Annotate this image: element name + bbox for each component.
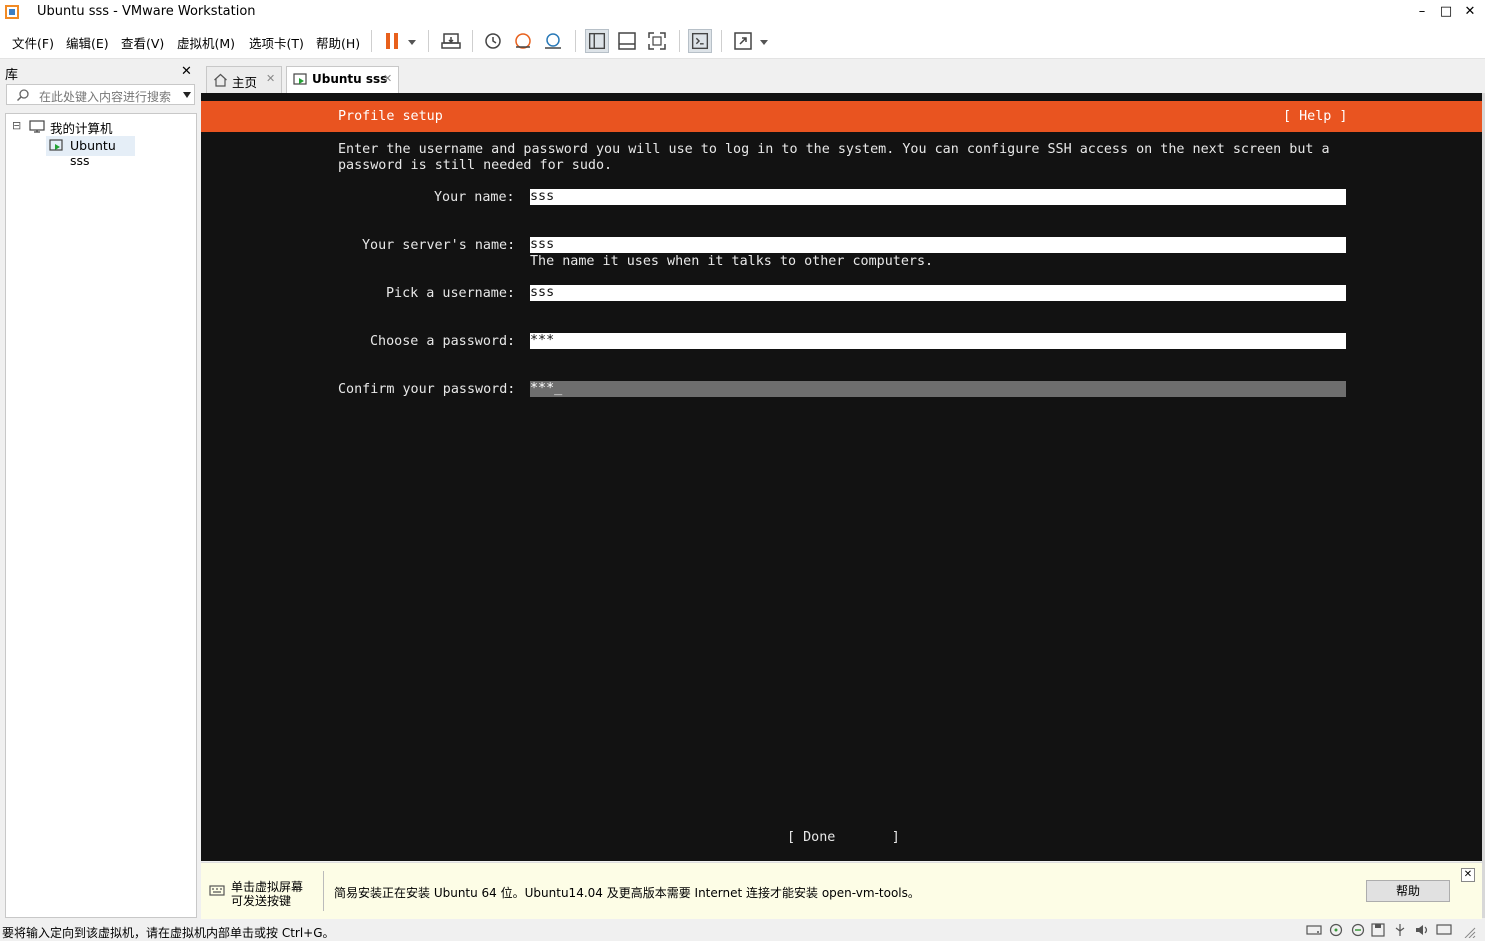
installer-help-button[interactable]: [ Help ] bbox=[1283, 109, 1348, 125]
floppy-icon[interactable] bbox=[1370, 923, 1386, 937]
close-window-button[interactable]: ✕ bbox=[1461, 3, 1479, 21]
usb-icon[interactable] bbox=[1392, 923, 1408, 937]
show-thumbnail-bar-icon[interactable] bbox=[615, 29, 639, 53]
password-label: Choose a password: bbox=[370, 334, 516, 349]
info-bar: 单击虚拟屏幕 可发送按键 简易安装正在安装 Ubuntu 64 位。Ubuntu… bbox=[201, 862, 1482, 919]
library-tree: ⊟ 我的计算机 Ubuntu sss bbox=[5, 113, 197, 918]
search-icon bbox=[16, 89, 29, 102]
your-name-value: sss bbox=[530, 189, 555, 204]
show-library-icon[interactable] bbox=[585, 29, 609, 53]
tree-item-selected[interactable]: Ubuntu sss bbox=[46, 136, 135, 168]
tab-home-label: 主页 bbox=[232, 75, 258, 90]
info-bar-divider bbox=[323, 871, 324, 911]
server-name-label: Your server's name: bbox=[362, 238, 516, 253]
installer-header-bar: Profile setup [ Help ] bbox=[201, 101, 1482, 132]
username-label: Pick a username: bbox=[386, 286, 515, 301]
stretch-dropdown-icon[interactable] bbox=[758, 37, 770, 47]
keyboard-click-icon bbox=[209, 885, 225, 896]
display-icon[interactable] bbox=[1436, 923, 1452, 937]
network-adapter-icon[interactable] bbox=[1350, 923, 1366, 937]
menu-tabs[interactable]: 选项卡(T) bbox=[249, 33, 304, 52]
maximize-button[interactable]: □ bbox=[1437, 3, 1455, 21]
menu-help[interactable]: 帮助(H) bbox=[316, 33, 360, 52]
toolbar-separator bbox=[721, 30, 722, 52]
confirm-password-value: ***_ bbox=[530, 381, 563, 396]
revert-snapshot-icon[interactable] bbox=[511, 29, 535, 53]
hard-disk-icon[interactable] bbox=[1306, 923, 1322, 937]
stretch-guest-icon[interactable] bbox=[731, 29, 755, 53]
done-button[interactable]: [ Done ] bbox=[787, 830, 900, 846]
cd-dvd-icon[interactable] bbox=[1328, 923, 1344, 937]
info-bar-close-button[interactable]: ✕ bbox=[1461, 868, 1475, 882]
toolbar-separator bbox=[679, 30, 680, 52]
confirm-password-field[interactable]: ***_ bbox=[530, 381, 1346, 397]
tab-home[interactable]: 主页 ✕ bbox=[206, 66, 282, 93]
tree-item-ubuntu-sss: Ubuntu sss bbox=[70, 138, 116, 168]
menu-vm[interactable]: 虚拟机(M) bbox=[177, 33, 235, 52]
minimize-button[interactable]: – bbox=[1413, 3, 1431, 21]
vmware-app-icon bbox=[5, 5, 19, 19]
toolbar-separator bbox=[428, 30, 429, 52]
installer-header-title: Profile setup bbox=[338, 109, 443, 124]
tab-ubuntu-sss-close-button[interactable]: ✕ bbox=[383, 72, 392, 85]
username-field[interactable]: sss bbox=[530, 285, 1346, 301]
intro-text-line-1: Enter the username and password you will… bbox=[338, 142, 1330, 157]
vm-running-icon bbox=[49, 139, 63, 151]
easy-install-message: 简易安装正在安装 Ubuntu 64 位。Ubuntu14.04 及更高版本需要… bbox=[334, 886, 920, 900]
vm-console[interactable]: Profile setup [ Help ] Enter the usernam… bbox=[201, 93, 1482, 861]
search-dropdown-icon[interactable] bbox=[182, 91, 192, 99]
computer-icon bbox=[29, 120, 45, 133]
console-view-icon[interactable] bbox=[688, 29, 712, 53]
toolbar-separator bbox=[371, 30, 372, 52]
username-value: sss bbox=[530, 285, 555, 300]
toolbar-separator bbox=[472, 30, 473, 52]
pause-icon[interactable] bbox=[380, 29, 404, 53]
intro-text-line-2: password is still needed for sudo. bbox=[338, 158, 613, 173]
window-title: Ubuntu sss - VMware Workstation bbox=[37, 4, 256, 19]
menu-view[interactable]: 查看(V) bbox=[121, 33, 164, 52]
tree-collapse-toggle[interactable]: ⊟ bbox=[12, 119, 21, 132]
home-icon bbox=[214, 73, 227, 87]
sound-icon[interactable] bbox=[1414, 923, 1430, 937]
search-placeholder: 在此处键入内容进行搜索 bbox=[39, 90, 172, 104]
server-name-value: sss bbox=[530, 237, 555, 252]
server-name-hint: The name it uses when it talks to other … bbox=[530, 254, 934, 269]
password-value: *** bbox=[530, 333, 555, 348]
library-search-input[interactable]: 在此处键入内容进行搜索 bbox=[6, 84, 195, 105]
vm-running-icon bbox=[293, 73, 307, 85]
tab-home-close-button[interactable]: ✕ bbox=[266, 72, 275, 85]
title-bar: Ubuntu sss - VMware Workstation – □ ✕ bbox=[0, 0, 1485, 24]
menu-edit[interactable]: 编辑(E) bbox=[66, 33, 109, 52]
menu-bar: 文件(F) 编辑(E) 查看(V) 虚拟机(M) 选项卡(T) 帮助(H) bbox=[0, 24, 1485, 59]
tab-ubuntu-sss[interactable]: Ubuntu sss ✕ bbox=[286, 66, 399, 93]
server-name-field[interactable]: sss bbox=[530, 237, 1346, 253]
library-title: 库 bbox=[5, 68, 19, 83]
snapshot-icon[interactable] bbox=[481, 29, 505, 53]
snapshot-manager-icon[interactable] bbox=[541, 29, 565, 53]
resize-grip-icon[interactable] bbox=[1463, 926, 1477, 938]
info-help-button[interactable]: 帮助 bbox=[1366, 880, 1450, 902]
status-bar: 要将输入定向到该虚拟机，请在虚拟机内部单击或按 Ctrl+G。 bbox=[0, 920, 1485, 940]
library-close-button[interactable]: ✕ bbox=[181, 64, 192, 79]
menu-file[interactable]: 文件(F) bbox=[12, 33, 54, 52]
send-ctrl-alt-del-icon[interactable] bbox=[439, 29, 463, 53]
confirm-password-label: Confirm your password: bbox=[338, 382, 516, 397]
power-dropdown-icon[interactable] bbox=[406, 37, 418, 47]
status-message: 要将输入定向到该虚拟机，请在虚拟机内部单击或按 Ctrl+G。 bbox=[2, 926, 335, 940]
fullscreen-icon[interactable] bbox=[645, 29, 669, 53]
toolbar-separator bbox=[575, 30, 576, 52]
password-field[interactable]: *** bbox=[530, 333, 1346, 349]
your-name-label: Your name: bbox=[434, 190, 515, 205]
tab-ubuntu-sss-label: Ubuntu sss bbox=[312, 72, 388, 86]
click-hint-line-2: 可发送按键 bbox=[231, 894, 292, 908]
your-name-field[interactable]: sss bbox=[530, 189, 1346, 205]
tree-item-my-computer[interactable]: 我的计算机 bbox=[50, 118, 113, 137]
library-header: 库 ✕ bbox=[0, 60, 200, 83]
